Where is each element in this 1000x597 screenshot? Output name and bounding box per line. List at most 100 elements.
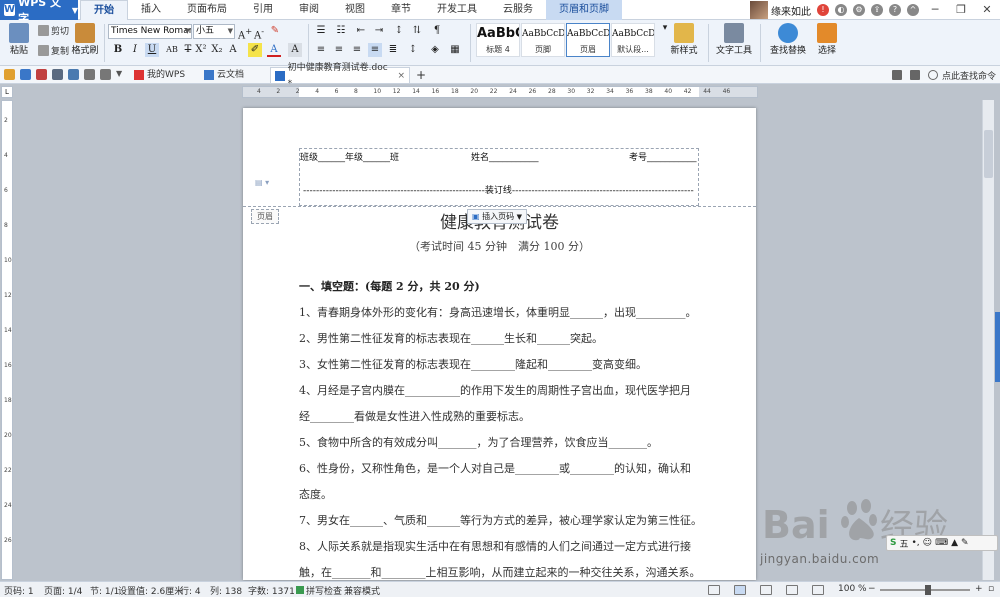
- view-page-icon[interactable]: [734, 585, 746, 595]
- view-outline-icon[interactable]: [760, 585, 772, 595]
- format-painter-button[interactable]: 格式刷: [70, 23, 100, 56]
- new-style-button[interactable]: 新样式: [666, 23, 702, 56]
- horizontal-ruler[interactable]: 4 2 2 4 6 8 10 12 14 16 18 20 22 24 26 28 30 32 34 36 38 40 42…: [242, 86, 758, 98]
- user-name[interactable]: 缘来如此: [771, 3, 811, 18]
- ime-toolbar[interactable]: S 五 •, ☺ ⌨ ▲ ✎: [886, 535, 998, 551]
- tab-current-document[interactable]: 初中健康教育测试卷.doc * ×: [270, 63, 410, 89]
- new-tab-button[interactable]: +: [412, 67, 430, 83]
- align-right-button[interactable]: ≡: [350, 43, 364, 57]
- highlight-button[interactable]: ✐: [248, 43, 262, 57]
- char-shading-button[interactable]: A: [288, 43, 302, 57]
- app-menu-button[interactable]: W WPS 文字 ▼: [0, 0, 78, 25]
- undo-icon[interactable]: [84, 69, 95, 80]
- restore-button[interactable]: ❐: [948, 0, 974, 20]
- decrease-indent-button[interactable]: ⇤: [354, 24, 368, 38]
- shrink-font-button[interactable]: A-: [252, 24, 266, 41]
- status-word-count[interactable]: 字数: 1371: [248, 584, 295, 597]
- abc-button[interactable]: AB: [165, 43, 179, 57]
- minimize-button[interactable]: ─: [922, 0, 948, 20]
- share-icon[interactable]: ⇪: [871, 4, 883, 16]
- skin-icon[interactable]: ◐: [835, 4, 847, 16]
- settings-icon[interactable]: ⚙: [853, 4, 865, 16]
- layout-icon[interactable]: [909, 70, 920, 80]
- cut-button[interactable]: 剪切: [38, 24, 69, 37]
- style-heading4[interactable]: AaBbC 标题 4: [476, 23, 520, 57]
- align-center-button[interactable]: ≡: [332, 43, 346, 57]
- tab-references[interactable]: 引用: [240, 0, 286, 20]
- close-icon[interactable]: ×: [397, 68, 405, 84]
- name-field[interactable]: 姓名___________: [471, 150, 539, 163]
- export-pdf-icon[interactable]: [36, 69, 47, 80]
- page-header-zone[interactable]: 班级______年级______班 姓名___________ 考号______…: [243, 108, 756, 208]
- superscript-button[interactable]: X²: [194, 43, 208, 57]
- zoom-out-button[interactable]: −: [868, 584, 876, 594]
- line-spacing-button[interactable]: ↕: [406, 43, 420, 57]
- font-size-select[interactable]: 小五 ▼: [193, 24, 235, 39]
- style-default[interactable]: AaBbCcDd 默认段...: [611, 23, 655, 57]
- zoom-fit-icon[interactable]: ▫: [988, 584, 994, 594]
- avatar[interactable]: [750, 1, 768, 19]
- insert-page-number-button[interactable]: ▣ 插入页码 ▼: [467, 209, 528, 224]
- shading-button[interactable]: ◈: [428, 43, 442, 57]
- paste-button[interactable]: 粘贴: [4, 23, 34, 56]
- help-icon[interactable]: ?: [889, 4, 901, 16]
- tab-developer[interactable]: 开发工具: [424, 0, 490, 20]
- document-page[interactable]: 班级______年级______班 姓名___________ 考号______…: [243, 108, 756, 580]
- numbering-button[interactable]: ☷: [334, 24, 348, 38]
- strikethrough-button[interactable]: T: [181, 43, 195, 57]
- zoom-level[interactable]: 100 %: [838, 584, 867, 594]
- zoom-in-button[interactable]: +: [975, 584, 983, 594]
- bullets-button[interactable]: ☰: [314, 24, 328, 38]
- header-settings-icon[interactable]: ▤ ▾: [255, 178, 269, 187]
- tab-section[interactable]: 章节: [378, 0, 424, 20]
- sort-button[interactable]: ⇅: [410, 24, 424, 38]
- print-icon[interactable]: [52, 69, 63, 80]
- collapse-icon[interactable]: ^: [907, 4, 919, 16]
- text-tools-button[interactable]: 文字工具: [712, 23, 756, 56]
- view-fullscreen-icon[interactable]: [812, 585, 824, 595]
- comment-icon[interactable]: [891, 70, 902, 80]
- exam-number-field[interactable]: 考号___________: [629, 150, 697, 163]
- style-footer[interactable]: AaBbCcDd 页脚: [521, 23, 565, 57]
- show-marks-button[interactable]: ¶: [430, 24, 444, 38]
- spell-check-toggle[interactable]: 拼写检查: [296, 584, 342, 597]
- vertical-scrollbar[interactable]: [982, 100, 994, 580]
- copy-button[interactable]: 复制: [38, 44, 69, 57]
- tab-cloud[interactable]: 云服务: [490, 0, 546, 20]
- italic-button[interactable]: I: [128, 43, 142, 57]
- style-header[interactable]: AaBbCcDd 页眉: [566, 23, 610, 57]
- bold-button[interactable]: B: [111, 43, 125, 57]
- tab-stop-selector[interactable]: L: [1, 86, 13, 98]
- font-color-button[interactable]: A: [267, 43, 281, 57]
- tab-view[interactable]: 视图: [332, 0, 378, 20]
- zoom-slider-thumb[interactable]: [925, 585, 931, 595]
- tab-my-wps[interactable]: 我的WPS: [130, 67, 189, 83]
- side-panel-toggle[interactable]: [995, 312, 1000, 382]
- tab-home[interactable]: 开始: [80, 0, 128, 20]
- vertical-ruler[interactable]: 2 4 6 8 10 12 14 16 18 20 22 24 26: [1, 100, 13, 580]
- tab-header-footer[interactable]: 页眉和页脚: [546, 0, 622, 20]
- save-icon[interactable]: [20, 69, 31, 80]
- clear-format-button[interactable]: ✎: [268, 24, 282, 38]
- command-search[interactable]: 点此查找命令: [888, 67, 996, 83]
- view-web-icon[interactable]: [786, 585, 798, 595]
- char-spacing-button[interactable]: A: [226, 43, 240, 57]
- close-button[interactable]: ✕: [974, 0, 1000, 20]
- borders-button[interactable]: ▦: [448, 43, 462, 57]
- tab-cloud-docs[interactable]: 云文档: [200, 67, 248, 83]
- tab-insert[interactable]: 插入: [128, 0, 174, 20]
- align-left-button[interactable]: ≡: [314, 43, 328, 57]
- status-page[interactable]: 页面: 1/4: [44, 584, 82, 597]
- find-replace-button[interactable]: 查找替换: [766, 23, 810, 56]
- scroll-thumb[interactable]: [984, 130, 993, 178]
- text-direction-button[interactable]: ↕: [392, 24, 406, 38]
- underline-button[interactable]: U: [145, 43, 159, 57]
- font-name-select[interactable]: Times New Roman ▼: [108, 24, 192, 39]
- select-button[interactable]: 选择: [812, 23, 842, 56]
- open-icon[interactable]: [4, 69, 15, 80]
- subscript-button[interactable]: X₂: [210, 43, 224, 57]
- grow-font-button[interactable]: A+: [238, 24, 252, 41]
- distribute-button[interactable]: ≣: [386, 43, 400, 57]
- tab-review[interactable]: 审阅: [286, 0, 332, 20]
- notification-icon[interactable]: !: [817, 4, 829, 16]
